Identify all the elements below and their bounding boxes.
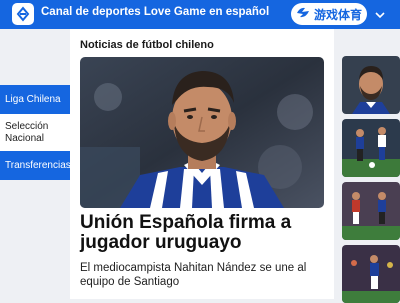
hero-image[interactable] — [80, 57, 324, 208]
related-thumbnail[interactable] — [342, 119, 400, 177]
nav-item-label: Liga Chilena — [5, 93, 61, 105]
nav-item-liga-chilena[interactable]: Liga Chilena — [0, 85, 70, 114]
related-thumbnail[interactable] — [342, 245, 400, 303]
related-thumbnail[interactable] — [342, 182, 400, 240]
related-thumbnail[interactable] — [342, 56, 400, 114]
article-summary: El mediocampista Nahitan Nández se une a… — [80, 262, 307, 288]
related-articles-sidebar — [334, 29, 400, 303]
brand-label: 游戏体育 — [313, 7, 362, 22]
app-logo-icon[interactable] — [12, 3, 34, 25]
nav-item-label: Selección Nacional — [5, 120, 49, 144]
brand-switch-button[interactable]: 游戏体育 — [291, 3, 367, 25]
main-article-panel: Noticias de fútbol chileno Unión Español… — [70, 29, 334, 299]
article-headline[interactable]: Unión Española firma a jugador uruguayo — [80, 213, 328, 253]
nav-item-seleccion-nacional[interactable]: Selección Nacional — [0, 114, 70, 151]
nav-item-label: Transferencias — [5, 159, 71, 171]
site-title: Canal de deportes Love Game en español — [41, 6, 270, 18]
top-bar: Canal de deportes Love Game en español 游… — [0, 0, 400, 29]
brand-logo-icon — [296, 6, 311, 22]
chevron-down-icon[interactable] — [374, 8, 386, 26]
section-title: Noticias de fútbol chileno — [80, 39, 214, 51]
nav-item-transferencias[interactable]: Transferencias — [0, 151, 71, 180]
